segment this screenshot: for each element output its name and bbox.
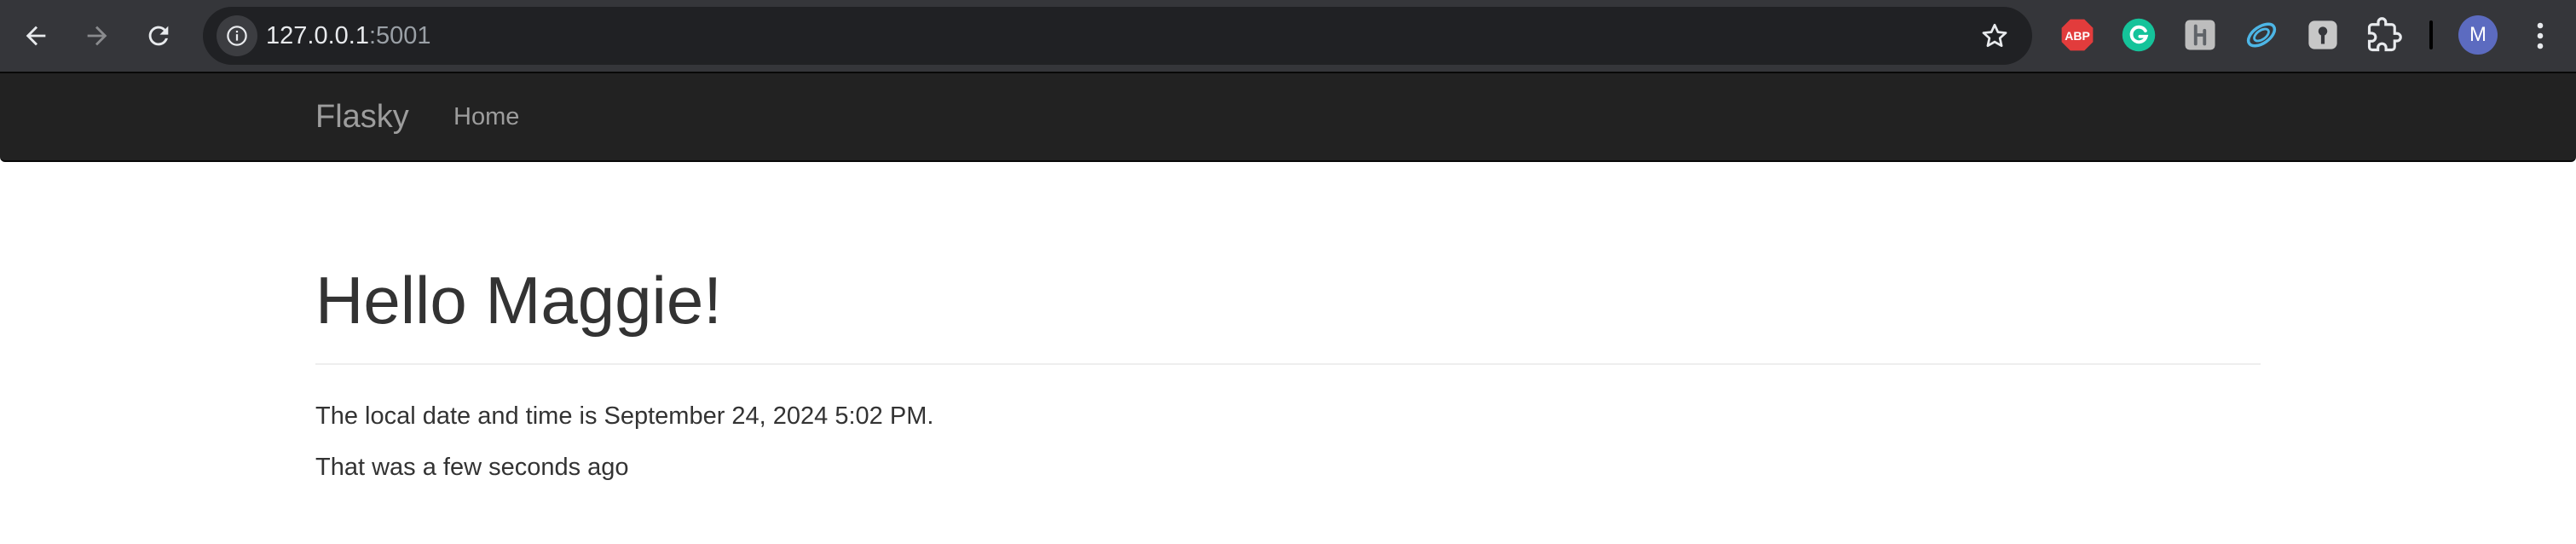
nav-link-home[interactable]: Home <box>453 73 519 160</box>
grammarly-extension[interactable] <box>2121 17 2157 53</box>
page-header: Hello Maggie! <box>315 256 2261 365</box>
sync-icon <box>2246 22 2277 48</box>
keyhole-extension[interactable] <box>2305 17 2341 53</box>
grammarly-icon <box>2122 18 2156 52</box>
honey-icon <box>2185 20 2215 50</box>
keyhole-icon <box>2308 20 2337 49</box>
back-arrow-icon <box>26 26 46 46</box>
site-info-icon <box>227 26 247 46</box>
app-navbar: Flasky Home <box>0 72 2576 162</box>
puzzle-piece-icon <box>2367 17 2402 52</box>
back-button[interactable] <box>10 10 61 61</box>
reload-icon <box>148 26 169 46</box>
star-icon <box>1982 23 2007 48</box>
site-info-button[interactable] <box>217 15 257 56</box>
reload-button[interactable] <box>133 10 184 61</box>
url-host: 127.0.0.1 <box>266 22 369 49</box>
adblock-plus-icon: ABP <box>2061 19 2094 51</box>
profile-avatar[interactable]: M <box>2458 15 2498 55</box>
forward-button[interactable] <box>72 10 123 61</box>
local-datetime-text: The local date and time is September 24,… <box>315 402 934 430</box>
page-title: Hello Maggie! <box>315 263 722 338</box>
bookmark-button[interactable] <box>1978 19 2012 53</box>
forward-arrow-icon <box>87 26 107 46</box>
browser-menu-button[interactable] <box>2523 14 2557 58</box>
url-text[interactable]: 127.0.0.1:5001 <box>266 7 431 65</box>
extensions-button[interactable] <box>2366 17 2402 53</box>
browser-toolbar: 127.0.0.1:5001 ABP M <box>0 0 2576 72</box>
navbar-brand[interactable]: Flasky <box>315 73 409 160</box>
honey-extension[interactable] <box>2182 17 2218 53</box>
toolbar-divider <box>2429 20 2433 49</box>
kebab-menu-icon <box>2537 22 2544 49</box>
adblock-plus-extension[interactable]: ABP <box>2059 17 2095 53</box>
url-port: :5001 <box>368 22 431 49</box>
sync-extension[interactable] <box>2244 17 2279 53</box>
address-bar[interactable]: 127.0.0.1:5001 <box>203 7 2032 65</box>
relative-time-text: That was a few seconds ago <box>315 454 629 481</box>
svg-text:ABP: ABP <box>2065 29 2090 43</box>
